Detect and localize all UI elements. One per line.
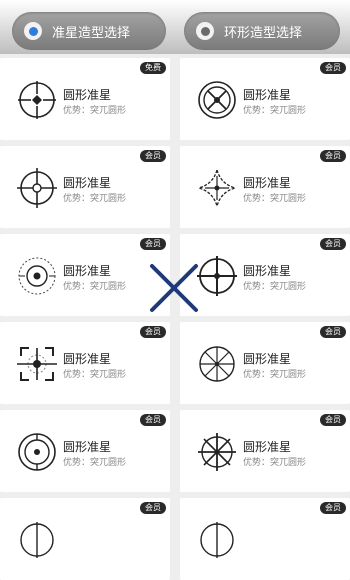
- crosshair-partial-icon: [20, 522, 54, 558]
- ring-style-label: 环形造型选择: [224, 25, 303, 41]
- crosshair-card[interactable]: 会员 圆形准星 优势：突兀圆形: [0, 322, 170, 404]
- close-icon[interactable]: [148, 262, 200, 314]
- crosshair-card[interactable]: 会员 圆形准星 优势：突兀圆形: [0, 234, 170, 316]
- member-badge: 会员: [320, 238, 346, 250]
- card-subtitle: 优势：突兀圆形: [63, 194, 127, 204]
- card-title: 圆形准星: [243, 264, 292, 278]
- crosshair-card[interactable]: 会员: [180, 498, 350, 580]
- crosshair-spokes-icon: [198, 433, 236, 471]
- card-title: 圆形准星: [63, 352, 112, 366]
- crosshair-partial-icon: [200, 522, 234, 558]
- crosshair-dashed-ring-icon: [18, 257, 56, 295]
- crosshair-ring-cross-icon: [198, 81, 236, 119]
- card-subtitle: 优势：突兀圆形: [243, 106, 307, 116]
- crosshair-circle-ticks-icon: [17, 168, 57, 208]
- member-badge: 会员: [140, 414, 166, 426]
- member-badge: 会员: [140, 326, 166, 338]
- card-title: 圆形准星: [243, 88, 292, 102]
- card-subtitle: 优势：突兀圆形: [63, 370, 127, 380]
- crosshair-bold-cross-icon: [197, 256, 237, 296]
- radio-selected-icon[interactable]: [24, 22, 42, 40]
- card-subtitle: 优势：突兀圆形: [63, 282, 127, 292]
- crosshair-card[interactable]: 会员 圆形准星 优势：突兀圆形: [180, 146, 350, 228]
- radio-unselected-icon[interactable]: [196, 22, 214, 40]
- crosshair-circle-diamond-icon: [18, 81, 56, 119]
- crosshair-star-icon: [199, 346, 235, 382]
- crosshair-card[interactable]: 免费 圆形准星 优势：突兀圆形: [0, 58, 170, 140]
- member-badge: 会员: [320, 502, 346, 514]
- card-title: 圆形准星: [63, 176, 112, 190]
- crosshair-card[interactable]: 会员 圆形准星 优势：突兀圆形: [180, 410, 350, 492]
- crosshair-card[interactable]: 会员 圆形准星 优势：突兀圆形: [180, 322, 350, 404]
- crosshair-diamond-icon: [197, 168, 237, 208]
- crosshair-double-ring-icon: [18, 433, 56, 471]
- card-subtitle: 优势：突兀圆形: [243, 458, 307, 468]
- card-subtitle: 优势：突兀圆形: [63, 106, 127, 116]
- crosshair-card[interactable]: 会员 圆形准星 优势：突兀圆形: [180, 58, 350, 140]
- member-badge: 会员: [320, 150, 346, 162]
- card-subtitle: 优势：突兀圆形: [243, 194, 307, 204]
- free-badge: 免费: [140, 62, 166, 74]
- card-title: 圆形准星: [243, 440, 292, 454]
- top-bar: 准星造型选择 环形造型选择: [0, 0, 350, 54]
- card-subtitle: 优势：突兀圆形: [243, 282, 307, 292]
- card-subtitle: 优势：突兀圆形: [243, 370, 307, 380]
- member-badge: 会员: [140, 150, 166, 162]
- crosshair-brackets-icon: [17, 347, 57, 381]
- card-title: 圆形准星: [63, 88, 112, 102]
- crosshair-style-label: 准星造型选择: [52, 25, 131, 41]
- member-badge: 会员: [320, 62, 346, 74]
- card-title: 圆形准星: [243, 176, 292, 190]
- card-title: 圆形准星: [63, 440, 112, 454]
- card-title: 圆形准星: [243, 352, 292, 366]
- card-subtitle: 优势：突兀圆形: [63, 458, 127, 468]
- crosshair-card[interactable]: 会员 圆形准星 优势：突兀圆形: [0, 146, 170, 228]
- crosshair-card[interactable]: 会员 圆形准星 优势：突兀圆形: [0, 410, 170, 492]
- ring-style-option[interactable]: 环形造型选择: [184, 12, 340, 50]
- crosshair-card[interactable]: 会员 圆形准星 优势：突兀圆形: [180, 234, 350, 316]
- member-badge: 会员: [140, 502, 166, 514]
- member-badge: 会员: [320, 326, 346, 338]
- card-title: 圆形准星: [63, 264, 112, 278]
- crosshair-card[interactable]: 会员: [0, 498, 170, 580]
- crosshair-style-option[interactable]: 准星造型选择: [12, 12, 166, 50]
- member-badge: 会员: [320, 414, 346, 426]
- member-badge: 会员: [140, 238, 166, 250]
